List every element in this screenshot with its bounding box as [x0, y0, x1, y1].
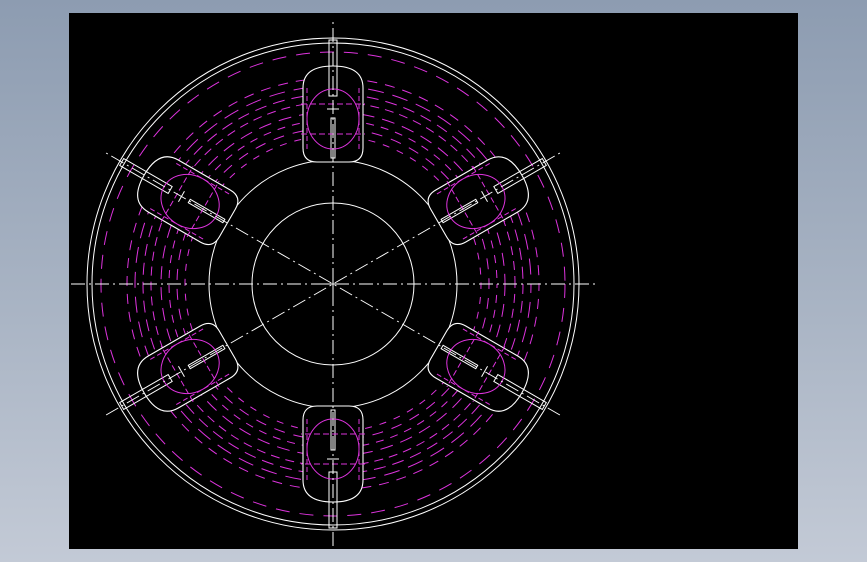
centerlines-layer	[71, 22, 595, 546]
coupling-drawing	[71, 22, 595, 546]
cad-viewport[interactable]	[69, 13, 798, 549]
